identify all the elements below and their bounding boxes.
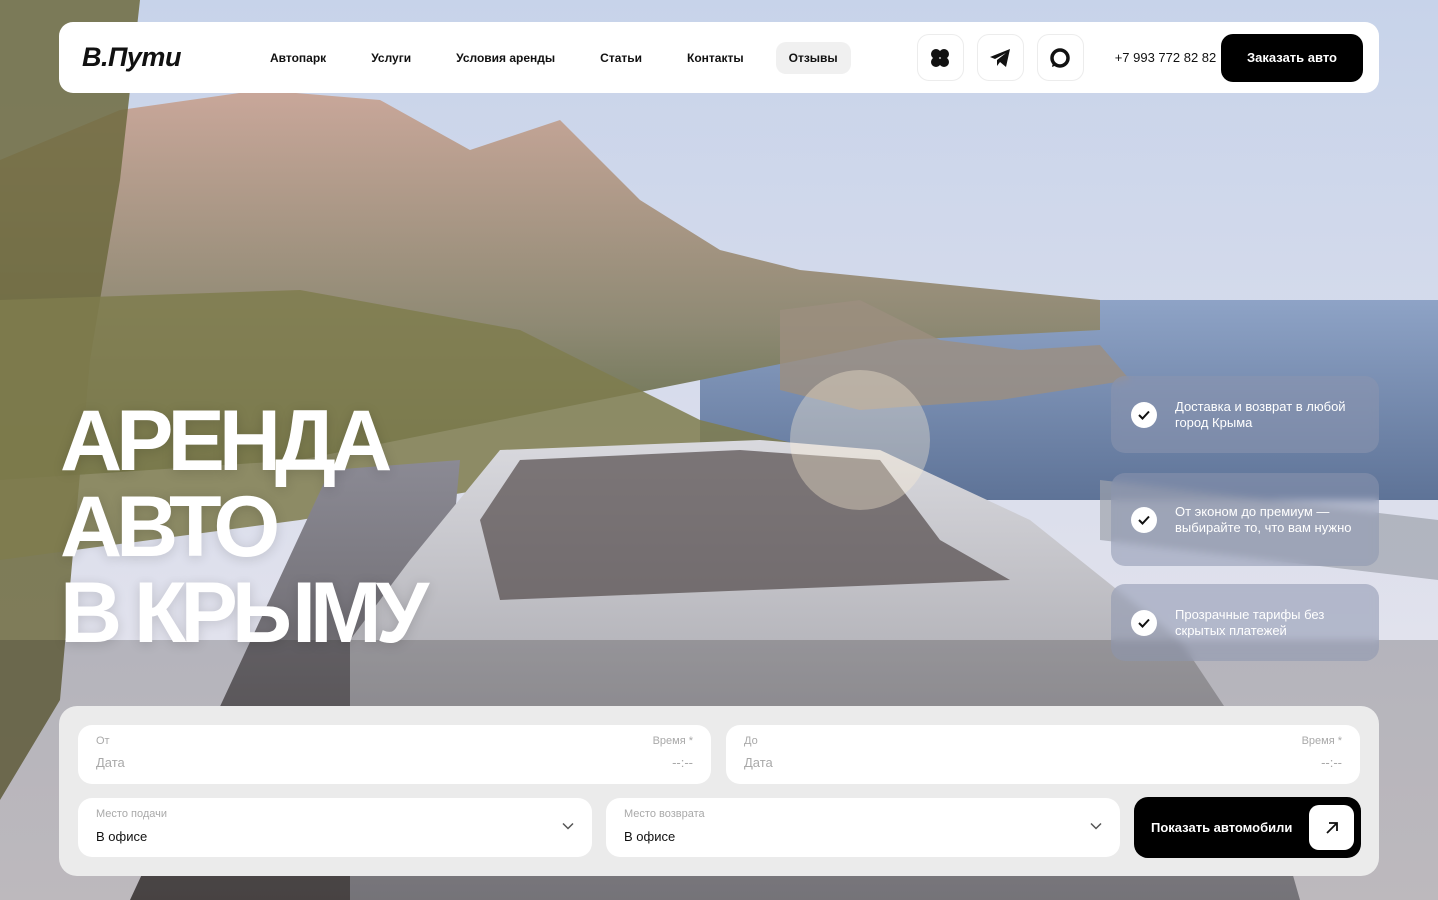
feature-card: Прозрачные тарифы без скрытых платежей xyxy=(1111,584,1379,661)
nav-item-contacts[interactable]: Контакты xyxy=(674,42,757,74)
booking-form: От Дата Время * --:-- До Дата Время * --… xyxy=(59,706,1379,876)
return-value: В офисе xyxy=(624,829,676,844)
vk-icon[interactable] xyxy=(916,34,964,81)
nav-item-rental-terms[interactable]: Условия аренды xyxy=(443,42,568,74)
check-icon xyxy=(1131,401,1157,428)
arrow-up-right-icon xyxy=(1309,805,1354,850)
feature-card: От эконом до премиум — выбирайте то, что… xyxy=(1111,473,1379,566)
pickup-label: Место подачи xyxy=(96,808,167,820)
feature-text: От эконом до премиум — выбирайте то, что… xyxy=(1175,503,1352,535)
max-chat-icon[interactable] xyxy=(1036,34,1084,81)
check-icon xyxy=(1131,506,1157,533)
order-car-button[interactable]: Заказать авто xyxy=(1221,33,1363,82)
nav-item-autopark[interactable]: Автопарк xyxy=(257,42,339,74)
social-links xyxy=(916,34,1097,81)
time-from-label: Время * xyxy=(652,735,693,747)
main-nav: Автопарк Услуги Условия аренды Статьи Ко… xyxy=(257,41,870,74)
nav-item-reviews[interactable]: Отзывы xyxy=(775,41,851,74)
time-to-input[interactable]: --:-- xyxy=(1321,755,1342,770)
date-from-label: От xyxy=(96,735,110,747)
logo[interactable]: В.Пути xyxy=(82,42,232,73)
date-to-field[interactable]: До Дата Время * --:-- xyxy=(726,725,1360,784)
hero-title: АРЕНДА АВТО В КРЫМУ xyxy=(60,393,429,661)
feature-text: Прозрачные тарифы без скрытых платежей xyxy=(1175,606,1325,638)
show-cars-label: Показать автомобили xyxy=(1151,820,1293,835)
nav-item-articles[interactable]: Статьи xyxy=(587,42,655,74)
hero-title-line: В КРЫМУ xyxy=(60,565,429,661)
time-to-label: Время * xyxy=(1301,735,1342,747)
pickup-location-select[interactable]: Место подачи В офисе xyxy=(78,798,592,857)
site-header: В.Пути Автопарк Услуги Условия аренды Ст… xyxy=(59,22,1379,93)
show-cars-button[interactable]: Показать автомобили xyxy=(1134,797,1361,858)
chevron-down-icon xyxy=(562,822,574,830)
date-to-label: До xyxy=(744,735,758,747)
telegram-icon[interactable] xyxy=(976,34,1024,81)
feature-card: Доставка и возврат в любой город Крыма xyxy=(1111,376,1379,453)
check-icon xyxy=(1131,609,1157,636)
time-from-input[interactable]: --:-- xyxy=(672,755,693,770)
date-from-input[interactable]: Дата xyxy=(96,755,125,770)
nav-item-services[interactable]: Услуги xyxy=(358,42,424,74)
hero-title-line: АРЕНДА xyxy=(60,393,392,489)
hero-title-line: АВТО xyxy=(60,479,280,575)
return-label: Место возврата xyxy=(624,808,705,820)
pickup-value: В офисе xyxy=(96,829,148,844)
feature-list: Доставка и возврат в любой город Крыма О… xyxy=(1111,376,1379,681)
chevron-down-icon xyxy=(1090,822,1102,830)
phone-number[interactable]: +7 993 772 82 82 xyxy=(1115,50,1217,65)
return-location-select[interactable]: Место возврата В офисе xyxy=(606,798,1120,857)
date-from-field[interactable]: От Дата Время * --:-- xyxy=(78,725,711,784)
date-to-input[interactable]: Дата xyxy=(744,755,773,770)
feature-text: Доставка и возврат в любой город Крыма xyxy=(1175,398,1346,430)
